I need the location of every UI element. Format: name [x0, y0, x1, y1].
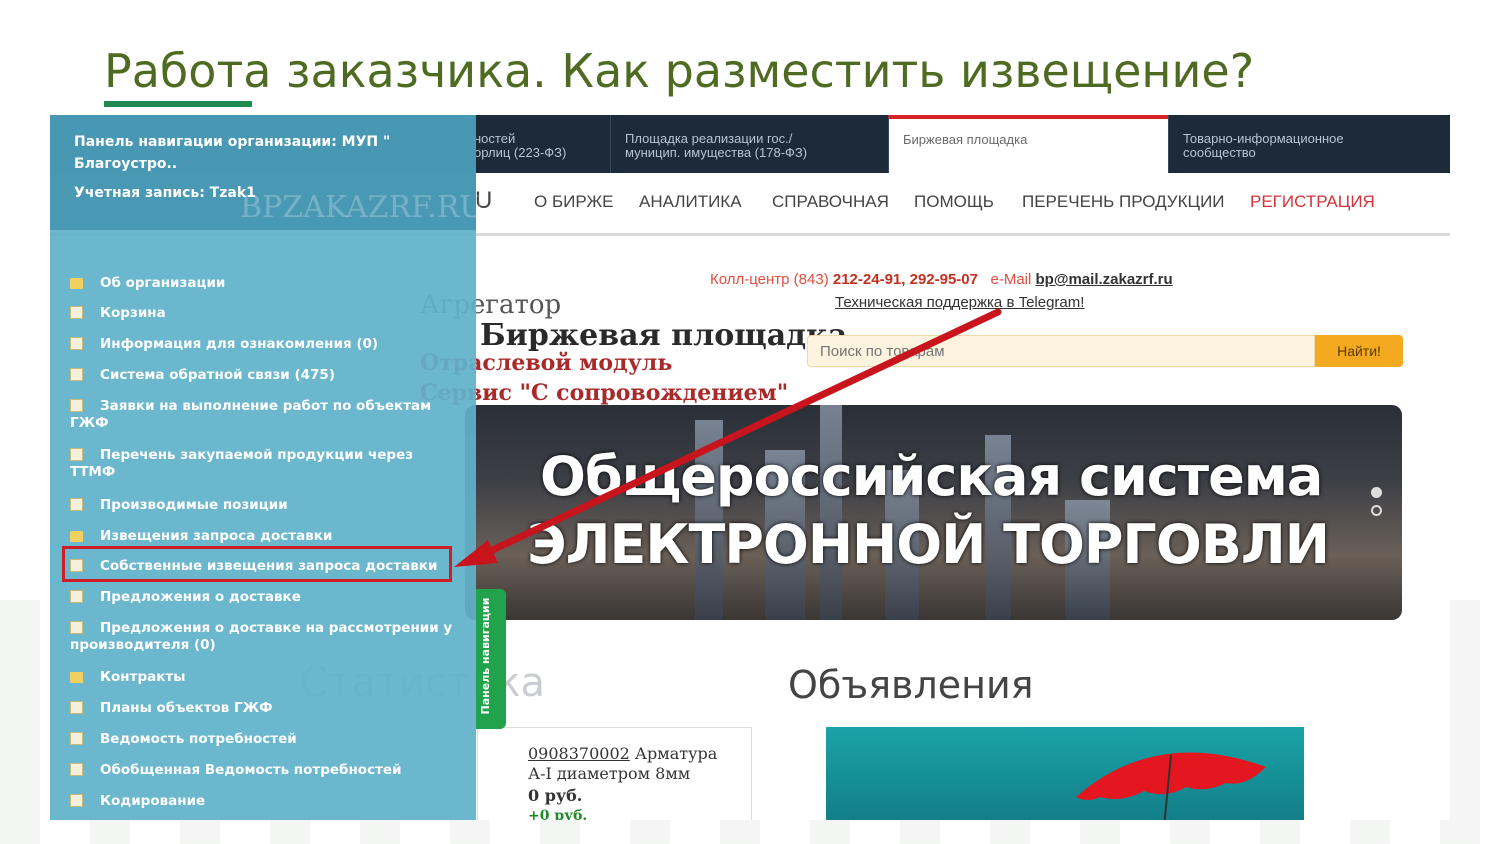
screenshot-frame: ностей орлиц (223-ФЗ) Площадка реализаци…: [50, 115, 1450, 820]
title-underline: [104, 101, 252, 107]
slide-title: Работа заказчика. Как разместить извещен…: [104, 44, 1255, 98]
pointer-arrow: [454, 308, 1002, 567]
